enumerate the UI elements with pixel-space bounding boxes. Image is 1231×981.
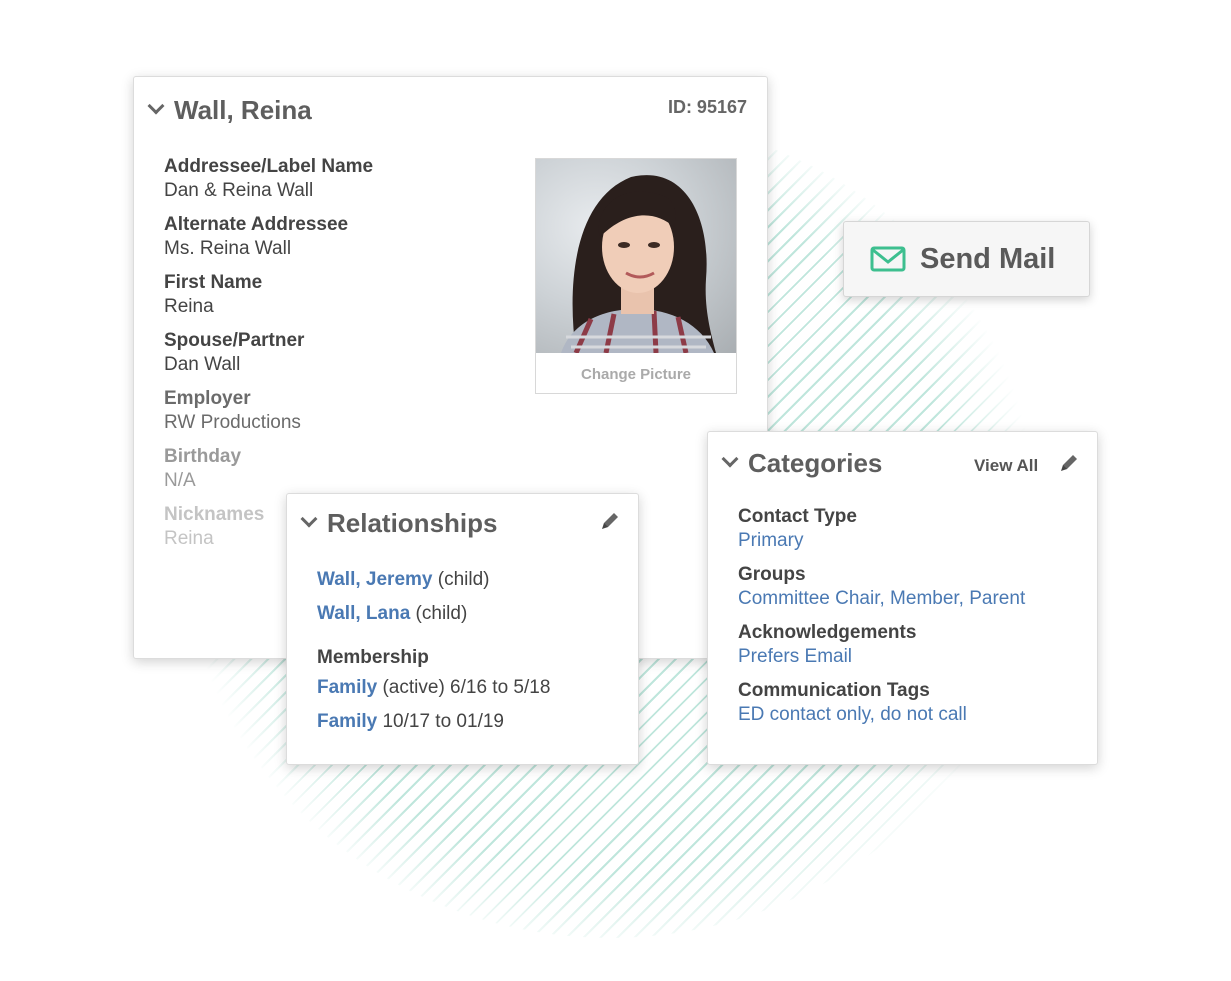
change-picture-link[interactable]: Change Picture [536, 366, 736, 383]
profile-photo[interactable] [536, 159, 736, 353]
membership-label: Membership [317, 647, 429, 668]
relationship-link[interactable]: Wall, Lana [317, 603, 410, 624]
field-label: Alternate Addressee [164, 214, 349, 235]
category-contact-type: Contact Type Primary [738, 505, 1025, 553]
categories-card: Categories View All Contact Type Primary… [707, 431, 1098, 765]
field-addressee: Addressee/Label Name Dan & Reina Wall [164, 155, 373, 203]
field-value: N/A [164, 470, 196, 491]
field-label: Spouse/Partner [164, 330, 305, 351]
membership-detail: 10/17 to 01/19 [382, 711, 504, 732]
relationship-link[interactable]: Wall, Jeremy [317, 569, 432, 590]
chevron-down-icon[interactable] [300, 510, 318, 527]
field-employer: Employer RW Productions [164, 387, 373, 435]
field-value: Dan Wall [164, 354, 241, 375]
send-mail-label: Send Mail [920, 242, 1056, 275]
relationships-header[interactable]: Relationships [300, 508, 498, 539]
field-birthday: Birthday N/A [164, 445, 373, 493]
profile-photo-illustration [561, 175, 716, 353]
category-label: Communication Tags [738, 680, 930, 701]
send-mail-button[interactable]: Send Mail [843, 221, 1090, 297]
categories-title: Categories [748, 448, 883, 478]
membership-item: Family 10/17 to 01/19 [317, 710, 550, 734]
category-communication-tags: Communication Tags ED contact only, do n… [738, 679, 1025, 727]
relationship-type: (child) [437, 569, 490, 590]
membership-link[interactable]: Family [317, 677, 377, 698]
contact-header[interactable]: Wall, Reina [147, 95, 312, 126]
pencil-icon[interactable] [599, 510, 621, 532]
profile-photo-frame: Change Picture [535, 158, 737, 394]
envelope-icon [870, 246, 906, 272]
category-value[interactable]: Prefers Email [738, 645, 1025, 669]
category-label: Groups [738, 564, 806, 585]
membership-link[interactable]: Family [317, 711, 377, 732]
chevron-down-icon[interactable] [721, 450, 739, 467]
category-value[interactable]: ED contact only, do not call [738, 703, 1025, 727]
category-groups: Groups Committee Chair, Member, Parent [738, 563, 1025, 611]
pencil-icon[interactable] [1058, 452, 1080, 474]
field-spouse-partner: Spouse/Partner Dan Wall [164, 329, 373, 377]
field-value: Dan & Reina Wall [164, 180, 314, 201]
relationships-card: Relationships Wall, Jeremy (child) Wall,… [286, 493, 639, 765]
category-value[interactable]: Committee Chair, Member, Parent [738, 587, 1025, 611]
category-value[interactable]: Primary [738, 529, 1025, 553]
category-label: Acknowledgements [738, 622, 917, 643]
field-value: Ms. Reina Wall [164, 238, 292, 259]
field-alternate-addressee: Alternate Addressee Ms. Reina Wall [164, 213, 373, 261]
field-value: RW Productions [164, 412, 301, 433]
relationship-item: Wall, Jeremy (child) [317, 568, 550, 592]
relationships-list: Wall, Jeremy (child) Wall, Lana (child) … [317, 568, 550, 744]
categories-header[interactable]: Categories [721, 448, 883, 479]
membership-item: Family (active) 6/16 to 5/18 [317, 676, 550, 700]
chevron-down-icon[interactable] [147, 97, 165, 114]
categories-list: Contact Type Primary Groups Committee Ch… [738, 505, 1025, 737]
field-first-name: First Name Reina [164, 271, 373, 319]
relationships-title: Relationships [327, 508, 498, 538]
view-all-link[interactable]: View All [974, 456, 1038, 476]
contact-name: Wall, Reina [174, 95, 312, 125]
contact-id: ID: 95167 [667, 97, 747, 117]
field-label: Addressee/Label Name [164, 156, 374, 177]
field-value: Reina [164, 296, 214, 317]
membership-detail: (active) 6/16 to 5/18 [382, 677, 551, 698]
field-label: Birthday [164, 446, 242, 467]
relationship-item: Wall, Lana (child) [317, 602, 550, 626]
category-label: Contact Type [738, 506, 857, 527]
category-acknowledgements: Acknowledgements Prefers Email [738, 621, 1025, 669]
relationship-type: (child) [415, 603, 468, 624]
field-label: Employer [164, 388, 251, 409]
field-label: First Name [164, 272, 263, 293]
